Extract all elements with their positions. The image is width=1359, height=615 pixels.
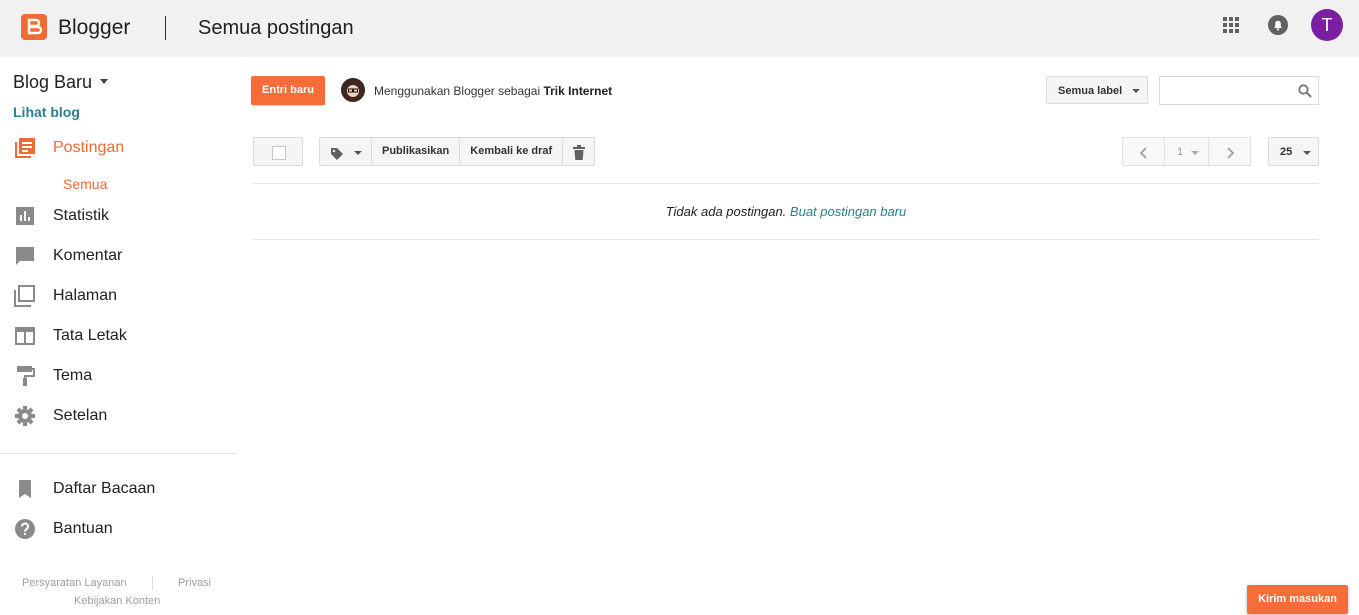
per-page-value: 25 <box>1280 146 1293 158</box>
sidebar-item-settings[interactable]: Setelan <box>0 400 236 432</box>
layout-icon <box>14 325 36 347</box>
using-prefix: Menggunakan Blogger sebagai <box>374 84 541 98</box>
create-post-link[interactable]: Buat postingan baru <box>790 204 906 219</box>
apps-grid-icon[interactable] <box>1222 16 1240 34</box>
sidebar-item-label: Statistik <box>53 207 110 224</box>
chevron-down-icon <box>354 151 362 155</box>
empty-state: Tidak ada postingan. Buat postingan baru <box>253 204 1319 220</box>
privacy-link[interactable]: Privasi <box>178 576 211 590</box>
content-policy-link[interactable]: Kebijakan Konten <box>74 594 160 608</box>
sidebar-item-label: Daftar Bacaan <box>53 480 156 497</box>
blog-selector[interactable]: Blog Baru <box>13 70 109 94</box>
sidebar-item-comments[interactable]: Komentar <box>0 240 236 272</box>
help-icon <box>14 518 36 540</box>
search-icon[interactable] <box>1298 84 1312 98</box>
blogger-logo-icon[interactable] <box>21 14 47 40</box>
theme-icon <box>14 365 36 387</box>
header-divider <box>165 16 166 40</box>
chevron-down-icon <box>100 79 109 85</box>
empty-message: Tidak ada postingan. <box>665 204 787 219</box>
label-filter-value: Semua label <box>1058 85 1123 97</box>
page-select[interactable]: 1 <box>1164 137 1209 166</box>
post-actions: Publikasikan Kembali ke draf <box>319 137 596 166</box>
next-page-button[interactable] <box>1208 137 1251 166</box>
top-header: Blogger Semua postingan T <box>0 0 1359 57</box>
pages-icon <box>14 285 36 307</box>
sidebar-item-label: Postingan <box>53 139 125 156</box>
pagination: 1 <box>1122 137 1251 166</box>
chevron-right-icon <box>1225 146 1235 164</box>
gear-icon <box>14 405 36 427</box>
page-number: 1 <box>1177 146 1184 158</box>
sidebar-item-label: Halaman <box>53 287 118 304</box>
notifications-bell-icon[interactable] <box>1267 14 1289 36</box>
sidebar-item-label: Setelan <box>53 407 108 424</box>
comments-icon <box>14 245 36 267</box>
sidebar-subitem-all[interactable]: Semua <box>63 175 107 193</box>
list-divider-top <box>253 183 1319 184</box>
per-page-dropdown[interactable]: 25 <box>1268 137 1319 166</box>
revert-to-draft-button[interactable]: Kembali ke draf <box>459 137 564 166</box>
publish-button[interactable]: Publikasikan <box>371 137 461 166</box>
using-as-text: Menggunakan Blogger sebagai Trik Interne… <box>374 84 612 98</box>
sidebar-item-pages[interactable]: Halaman <box>0 280 236 312</box>
account-avatar[interactable]: T <box>1311 9 1343 41</box>
new-post-button[interactable]: Entri baru <box>251 76 325 105</box>
sidebar-item-stats[interactable]: Statistik <box>0 200 236 232</box>
label-filter-dropdown[interactable]: Semua label <box>1046 76 1148 104</box>
view-blog-link[interactable]: Lihat blog <box>13 103 80 121</box>
search-input[interactable] <box>1159 76 1319 105</box>
checkbox-box <box>272 146 286 160</box>
using-account-name: Trik Internet <box>543 84 613 98</box>
blog-name: Blog Baru <box>13 72 93 92</box>
footer-divider <box>152 576 153 590</box>
select-all-checkbox[interactable] <box>253 137 303 166</box>
sidebar-item-label: Tata Letak <box>53 327 127 344</box>
tag-icon <box>330 145 344 172</box>
trash-icon <box>572 144 586 171</box>
delete-button[interactable] <box>562 137 596 166</box>
sidebar-item-label: Komentar <box>53 247 123 264</box>
sidebar-item-reading-list[interactable]: Daftar Bacaan <box>0 473 236 505</box>
label-menu-button[interactable] <box>319 137 372 166</box>
send-feedback-button[interactable]: Kirim masukan <box>1247 585 1348 614</box>
terms-link[interactable]: Persyaratan Layanan <box>22 576 127 590</box>
app-name[interactable]: Blogger <box>58 14 130 42</box>
bookmark-icon <box>14 478 36 500</box>
sidebar-divider <box>0 453 236 454</box>
page-title: Semua postingan <box>198 17 354 39</box>
posts-icon <box>14 137 36 159</box>
sidebar-item-theme[interactable]: Tema <box>0 360 236 392</box>
list-divider-bottom <box>253 239 1319 240</box>
chevron-down-icon <box>1303 151 1311 155</box>
sidebar-item-help[interactable]: Bantuan <box>0 513 236 545</box>
sidebar-item-posts[interactable]: Postingan <box>0 132 236 164</box>
chevron-left-icon <box>1139 146 1149 164</box>
user-avatar <box>341 78 365 102</box>
stats-icon <box>14 205 36 227</box>
sidebar-item-label: Bantuan <box>53 520 113 537</box>
sidebar-item-label: Tema <box>53 367 93 384</box>
chevron-down-icon <box>1191 151 1199 155</box>
chevron-down-icon <box>1132 89 1140 93</box>
prev-page-button[interactable] <box>1122 137 1165 166</box>
sidebar-item-layout[interactable]: Tata Letak <box>0 320 236 352</box>
